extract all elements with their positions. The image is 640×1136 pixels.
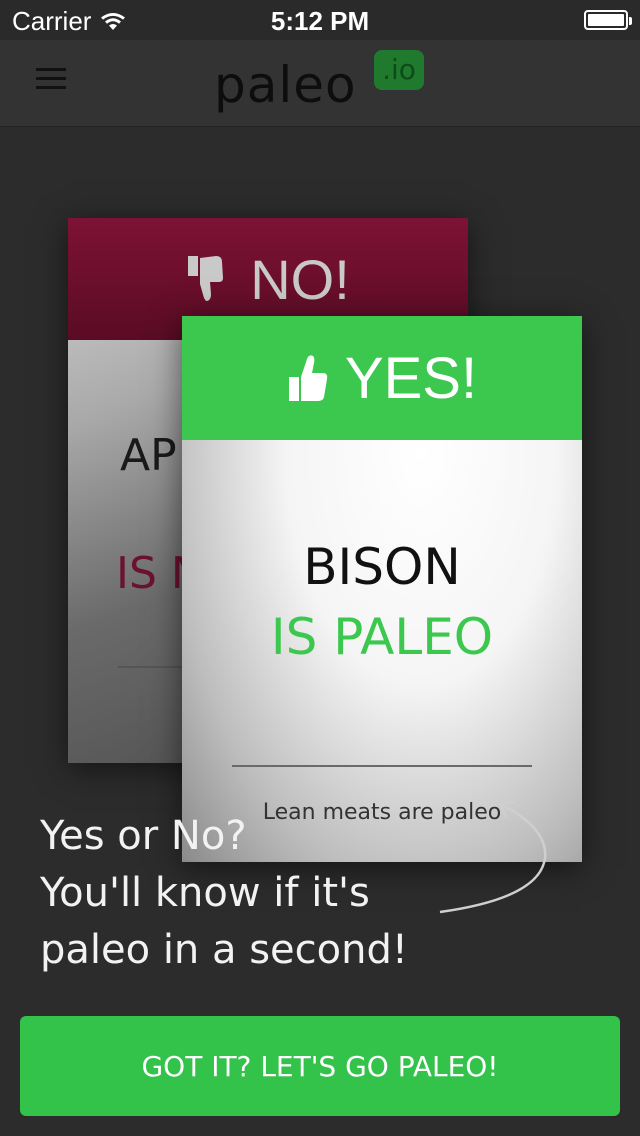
status-bar: Carrier 5:12 PM	[0, 0, 640, 40]
battery-icon	[584, 10, 632, 30]
no-card-label: NO!	[250, 247, 350, 311]
tagline-line-1: Yes or No?	[40, 813, 247, 859]
tagline-line-3: paleo in a second!	[40, 927, 408, 973]
logo-text: paleo	[214, 56, 357, 114]
yes-card-food: BISON	[303, 538, 461, 596]
tagline-line-2: You'll know if it's	[40, 870, 370, 916]
logo-badge: .io	[374, 50, 424, 90]
clock: 5:12 PM	[270, 6, 370, 36]
thumbs-up-icon	[288, 355, 328, 401]
yes-card-header: YES!	[182, 316, 582, 440]
thumbs-down-icon	[188, 256, 224, 301]
yes-card-verdict: IS PALEO	[270, 608, 494, 666]
nav-bar: paleo .io	[0, 40, 640, 127]
hamburger-icon[interactable]	[36, 68, 66, 90]
yes-card: YES! BISON IS PALEO Lean meats are paleo	[182, 316, 582, 862]
no-card-food: AP	[120, 430, 177, 481]
yes-card-label: YES!	[344, 345, 478, 411]
yes-card-divider	[232, 765, 532, 767]
tagline: Yes or No? You'll know if it's paleo in …	[40, 808, 408, 979]
curved-arrow-icon	[439, 800, 547, 914]
go-paleo-button[interactable]: GOT IT? LET'S GO PALEO!	[20, 1016, 620, 1116]
